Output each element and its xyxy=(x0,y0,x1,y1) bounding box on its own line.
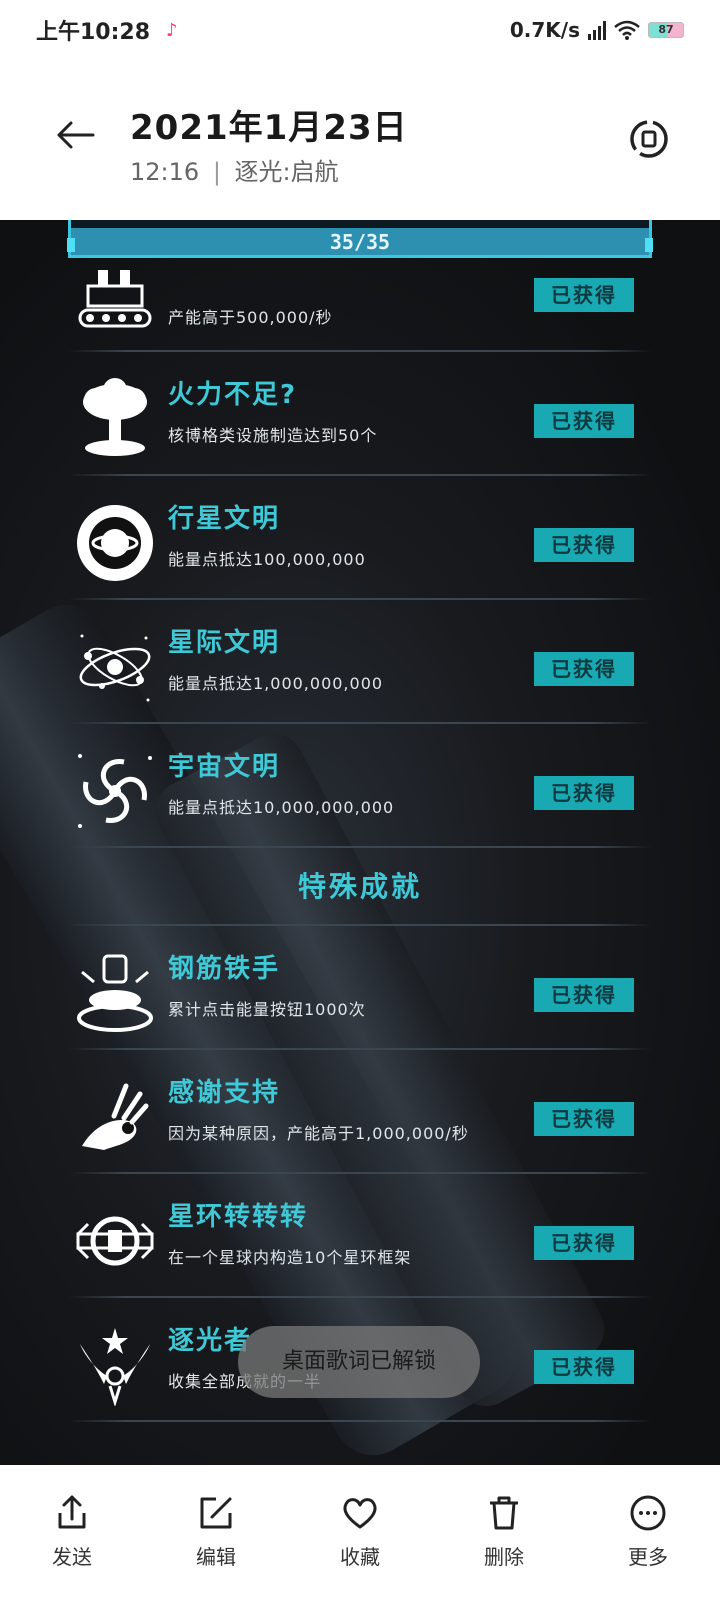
more-icon xyxy=(630,1495,666,1531)
more-label: 更多 xyxy=(628,1545,668,1569)
header: 2021年1月23日 12:16 | 逐光:启航 xyxy=(0,60,720,220)
back-button[interactable] xyxy=(52,112,98,158)
achievement-row: 星环转转转 在一个星球内构造10个星环框架 已获得 xyxy=(68,1174,652,1298)
achievement-status-badge: 已获得 xyxy=(534,652,634,686)
mushroom-cloud-icon xyxy=(83,378,147,456)
winged-emblem-icon xyxy=(80,1328,150,1406)
progress-end-left xyxy=(67,238,75,252)
trash-icon xyxy=(490,1496,518,1530)
send-label: 发送 xyxy=(52,1545,92,1569)
more-button[interactable]: 更多 xyxy=(576,1465,720,1600)
achievement-desc: 产能高于500,000/秒 xyxy=(168,308,333,327)
ok-hand-icon xyxy=(82,1083,149,1150)
favorite-label: 收藏 xyxy=(340,1545,380,1569)
factory-icon xyxy=(78,270,152,328)
send-button[interactable]: 发送 xyxy=(0,1465,144,1600)
status-bar: 上午10:28 ♪ 0.7K/s 87 xyxy=(0,0,720,60)
arrow-left-icon xyxy=(57,121,95,149)
achievement-row: 星际文明 能量点抵达1,000,000,000 已获得 xyxy=(68,600,652,724)
orbit-icon xyxy=(79,634,151,702)
edit-label: 编辑 xyxy=(196,1545,236,1569)
page-title: 2021年1月23日 xyxy=(130,108,408,148)
achievement-name: 宇宙文明 xyxy=(168,752,281,782)
progress-end-right xyxy=(645,238,653,252)
achievement-name: 火力不足? xyxy=(168,380,298,410)
subtitle-album: 逐光:启航 xyxy=(234,158,339,186)
status-right: 0.7K/s 87 xyxy=(510,18,684,42)
divider xyxy=(68,1420,652,1422)
edit-icon xyxy=(200,1497,232,1529)
achievement-desc: 在一个星球内构造10个星环框架 xyxy=(168,1248,412,1267)
achievement-name: 行星文明 xyxy=(168,504,281,534)
ring-station-icon xyxy=(76,1216,154,1266)
galaxy-icon xyxy=(78,754,152,828)
achievement-desc: 能量点抵达10,000,000,000 xyxy=(168,798,395,817)
achievement-name: 感谢支持 xyxy=(168,1078,281,1108)
signal-icon xyxy=(588,20,606,40)
share-icon xyxy=(58,1495,86,1529)
edit-button[interactable]: 编辑 xyxy=(144,1465,288,1600)
achievement-row: 火力不足? 核博格类设施制造达到50个 已获得 xyxy=(68,352,652,476)
achievement-status-badge: 已获得 xyxy=(534,528,634,562)
achievement-status-badge: 已获得 xyxy=(534,776,634,810)
section-title: 特殊成就 xyxy=(297,870,422,903)
favorite-button[interactable]: 收藏 xyxy=(288,1465,432,1600)
music-note-icon: ♪ xyxy=(166,19,178,41)
achievement-row: 行星文明 能量点抵达100,000,000 已获得 xyxy=(68,476,652,600)
achievement-row: 感谢支持 因为某种原因，产能高于1,000,000/秒 已获得 xyxy=(68,1050,652,1174)
divider xyxy=(68,846,652,848)
achievement-name: 星环转转转 xyxy=(168,1202,309,1232)
achievement-status-badge: 已获得 xyxy=(534,1102,634,1136)
achievement-name: 钢筋铁手 xyxy=(168,954,281,984)
press-button-icon xyxy=(77,954,153,1032)
achievement-status-badge: 已获得 xyxy=(534,404,634,438)
rotate-icon[interactable] xyxy=(626,116,672,162)
achievement-desc: 能量点抵达100,000,000 xyxy=(168,550,366,569)
delete-label: 删除 xyxy=(484,1545,524,1569)
achievement-status-badge: 已获得 xyxy=(534,278,634,312)
progress-text: 35/35 xyxy=(329,230,391,254)
delete-button[interactable]: 删除 xyxy=(432,1465,576,1600)
progress-bar: 35/35 xyxy=(67,220,653,258)
bottom-toolbar: 发送 编辑 收藏 删除 更多 xyxy=(0,1465,720,1600)
achievement-row: 钢筋铁手 累计点击能量按钮1000次 已获得 xyxy=(68,926,652,1050)
achievement-status-badge: 已获得 xyxy=(534,1226,634,1260)
achievement-desc: 因为某种原因，产能高于1,000,000/秒 xyxy=(168,1124,469,1143)
planet-icon xyxy=(77,505,153,581)
screenshot-content: 35/35 产能高于500,000/秒 已获得 火力不足? 核博格类设施制造达到… xyxy=(0,220,720,1465)
wifi-icon xyxy=(614,20,640,40)
network-speed: 0.7K/s xyxy=(509,18,580,42)
status-time: 上午10:28 xyxy=(36,20,151,45)
toast-message: 桌面歌词已解锁 xyxy=(238,1326,480,1398)
achievement-desc: 能量点抵达1,000,000,000 xyxy=(168,674,384,693)
achievement-desc: 累计点击能量按钮1000次 xyxy=(168,1000,366,1019)
achievement-desc: 核博格类设施制造达到50个 xyxy=(168,426,378,445)
achievement-status-badge: 已获得 xyxy=(534,1350,634,1384)
achievement-row: 产能高于500,000/秒 已获得 xyxy=(68,258,652,352)
heart-icon xyxy=(343,1498,377,1529)
battery-icon: 87 xyxy=(648,22,684,38)
achievement-row: 宇宙文明 能量点抵达10,000,000,000 已获得 xyxy=(68,724,652,848)
page-subtitle: 12:16 | 逐光:启航 xyxy=(130,158,339,186)
achievement-status-badge: 已获得 xyxy=(534,978,634,1012)
achievement-name: 星际文明 xyxy=(168,628,281,658)
subtitle-time: 12:16 xyxy=(130,158,200,186)
